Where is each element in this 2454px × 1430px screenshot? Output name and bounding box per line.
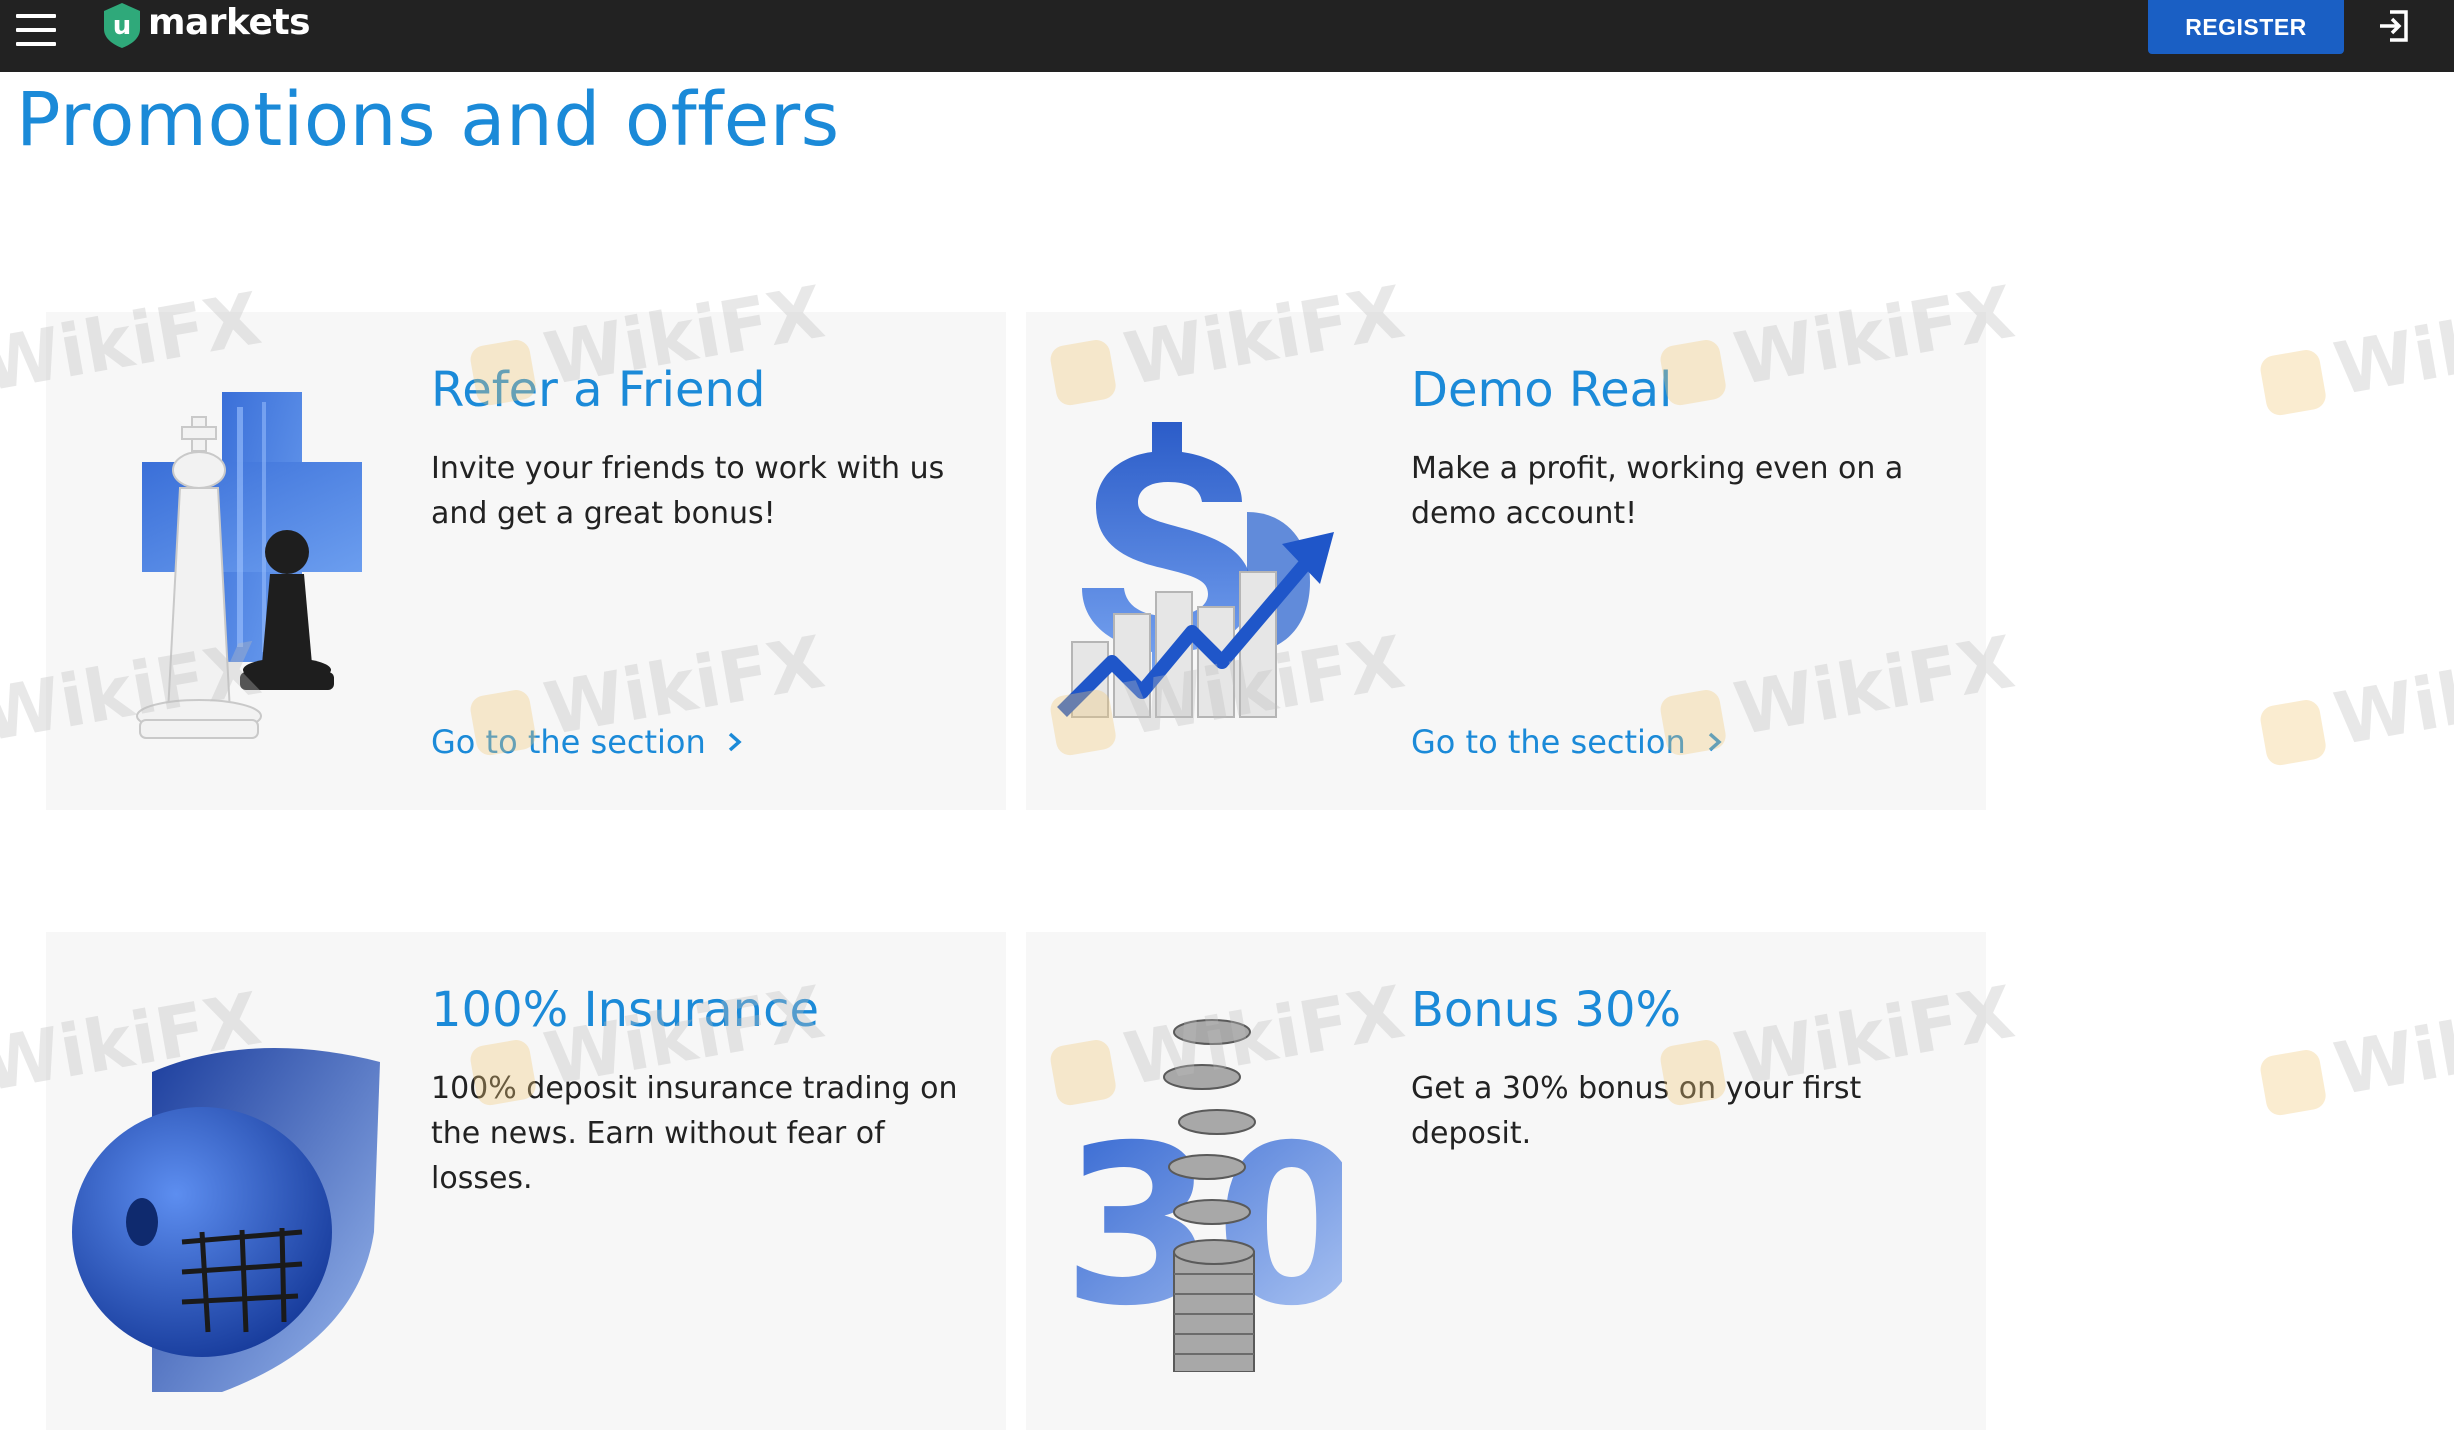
promo-card-bonus-30: 30 Bonus 30% Get a 30% bonus on your fir…	[1026, 932, 1986, 1430]
promo-description: Make a profit, working even on a demo ac…	[1411, 451, 1904, 531]
promo-card-demo-real: Demo Real Make a profit, working even on…	[1026, 312, 1986, 810]
chevron-right-icon	[1708, 732, 1722, 752]
dollar-growth-chart-image	[1057, 422, 1334, 718]
go-to-section-link[interactable]: Go to the section	[1411, 722, 1726, 762]
promo-description: Invite your friends to work with us and …	[431, 451, 945, 531]
hockey-helmet-shield-image	[72, 1048, 380, 1392]
site-logo[interactable]: u markets	[100, 0, 311, 50]
promo-title: 100% Insurance	[431, 982, 819, 1038]
watermark-badge-icon	[2258, 348, 2328, 418]
top-navigation-bar: u markets REGISTER	[0, 0, 2454, 72]
promo-title: Demo Real	[1411, 362, 1673, 418]
chess-pieces-image	[136, 392, 362, 739]
promo-card-insurance: 100% Insurance 100% deposit insurance tr…	[46, 932, 1006, 1430]
promo-title: Refer a Friend	[431, 362, 766, 418]
page-title: Promotions and offers	[16, 77, 840, 163]
watermark-badge-icon	[2258, 698, 2328, 768]
watermark-badge-icon	[2258, 1048, 2328, 1118]
hamburger-menu-icon[interactable]	[14, 10, 58, 54]
promo-title: Bonus 30%	[1411, 982, 1682, 1038]
coins-thirty-image: 30	[1062, 1019, 1342, 1372]
go-to-section-link[interactable]: Go to the section	[431, 722, 746, 762]
logo-mark: u	[113, 11, 132, 41]
link-label: Go to the section	[1411, 723, 1686, 761]
promo-card-refer-friend: Refer a Friend Invite your friends to wo…	[46, 312, 1006, 810]
promo-description: Get a 30% bonus on your first deposit.	[1411, 1071, 1862, 1151]
watermark: WikiFX	[2255, 980, 2454, 1124]
watermark: WikiFX	[2255, 630, 2454, 774]
logo-shield-icon: u	[104, 3, 140, 48]
login-arrow-icon[interactable]	[2374, 6, 2414, 46]
promo-description: 100% deposit insurance trading on the ne…	[431, 1071, 958, 1196]
link-label: Go to the section	[431, 723, 706, 761]
chevron-right-icon	[728, 732, 742, 752]
logo-text: markets	[148, 1, 311, 43]
register-button[interactable]: REGISTER	[2148, 0, 2344, 54]
watermark: WikiFX	[2255, 280, 2454, 424]
